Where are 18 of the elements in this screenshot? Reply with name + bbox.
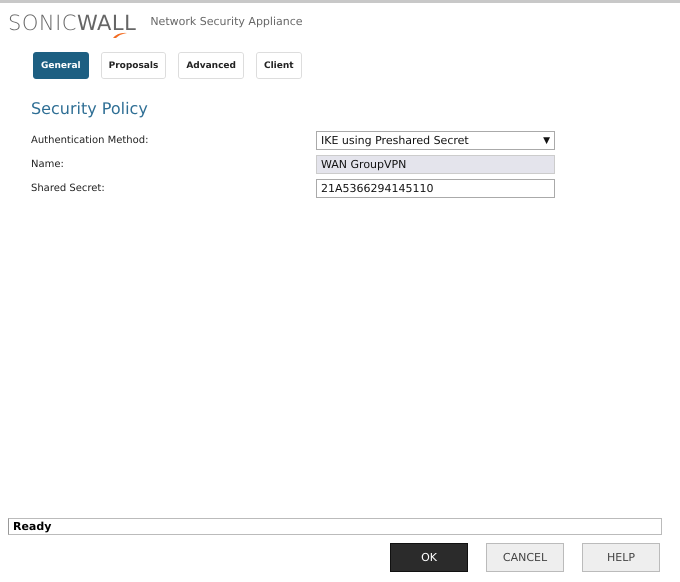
app-subtitle: Network Security Appliance — [150, 14, 303, 28]
field-label: Name: — [31, 159, 65, 170]
tab[interactable]: Proposals — [100, 52, 166, 79]
field-label: Authentication Method: — [31, 135, 150, 146]
dialog-button[interactable]: CANCEL — [486, 543, 564, 572]
tab[interactable]: Client — [256, 52, 302, 79]
tab[interactable]: General — [33, 52, 89, 79]
input-field[interactable]: 21A5366294145110 — [316, 179, 555, 198]
dropdown-field[interactable]: IKE using Preshared Secret ▼ — [316, 131, 555, 150]
input-field[interactable]: WAN GroupVPN — [316, 155, 555, 174]
tab[interactable]: Advanced — [178, 52, 244, 79]
dialog-button[interactable]: HELP — [582, 543, 660, 572]
ok-button[interactable]: OK — [390, 543, 468, 572]
status-bar: Ready — [8, 518, 662, 535]
swoosh-icon — [112, 31, 128, 39]
section-title: Security Policy — [31, 99, 149, 118]
logo: SONICWALL — [8, 11, 136, 35]
field-label: Shared Secret: — [31, 183, 106, 194]
